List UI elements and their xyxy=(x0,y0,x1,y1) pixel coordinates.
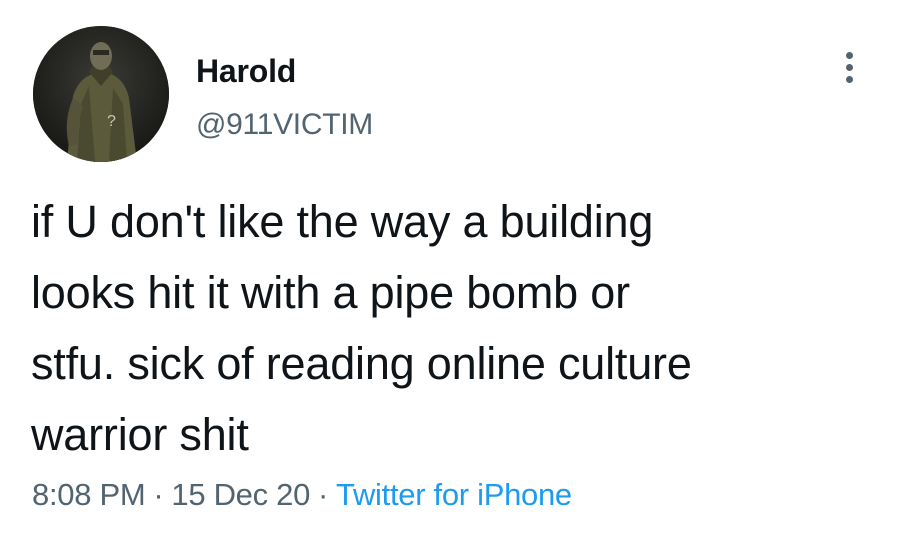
tweet-time[interactable]: 8:08 PM xyxy=(32,477,146,512)
avatar-image: ? xyxy=(33,26,169,162)
tweet-source-link[interactable]: Twitter for iPhone xyxy=(336,477,572,512)
avatar[interactable]: ? xyxy=(33,26,169,162)
user-handle[interactable]: @911VICTIM xyxy=(196,107,373,143)
more-vertical-icon xyxy=(834,52,864,83)
more-options-button[interactable] xyxy=(834,48,864,98)
separator: · xyxy=(153,477,164,512)
tweet-card: ? Harold @911VICTIM if U don't like the … xyxy=(0,0,900,550)
tweet-metadata: 8:08 PM · 15 Dec 20 · Twitter for iPhone xyxy=(32,475,572,515)
tweet-text: if U don't like the way a building looks… xyxy=(31,196,692,460)
separator: · xyxy=(318,477,329,512)
svg-text:?: ? xyxy=(107,113,116,130)
display-name[interactable]: Harold xyxy=(196,52,296,90)
tweet-date[interactable]: 15 Dec 20 xyxy=(171,477,310,512)
